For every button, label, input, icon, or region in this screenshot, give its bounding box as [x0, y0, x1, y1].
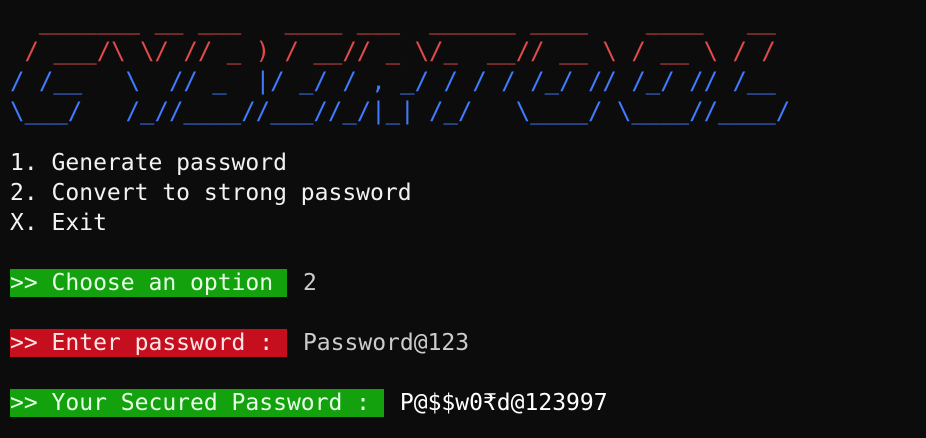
choose-option-input[interactable]: 2 [303, 270, 317, 296]
banner-line-4: \___/ /_//____//___//_/|_| /_/ \____/ \_… [10, 97, 791, 125]
secured-password-prompt: >> Your Secured Password : [10, 389, 384, 417]
enter-password-row: >> Enter password : Password@123 [10, 328, 469, 358]
menu-item-exit: X. Exit [10, 210, 107, 236]
banner-line-2: / ___/\ \/ // _ ) / __// _ \/_ __// __ \… [10, 37, 776, 65]
ascii-banner: _______ __ ___ ____ ___ ______ ____ ____… [10, 6, 790, 126]
menu-item-generate-password: 1. Generate password [10, 150, 287, 176]
choose-option-prompt: >> Choose an option [10, 269, 287, 297]
banner-line-1: _______ __ ___ ____ ___ ______ ____ ____… [10, 7, 776, 35]
banner-line-3: / /__ \ // _ |/ _/ / , _/ / / / /_/ // /… [10, 67, 776, 95]
enter-password-prompt: >> Enter password : [10, 329, 287, 357]
choose-option-row: >> Choose an option 2 [10, 268, 317, 298]
secured-password-output: P@$$w0₹d@123997 [399, 390, 608, 416]
enter-password-input[interactable]: Password@123 [303, 330, 469, 356]
secured-password-row: >> Your Secured Password : P@$$w0₹d@1239… [10, 388, 608, 418]
terminal-window: _______ __ ___ ____ ___ ______ ____ ____… [10, 0, 920, 438]
menu-item-convert-password: 2. Convert to strong password [10, 180, 412, 206]
